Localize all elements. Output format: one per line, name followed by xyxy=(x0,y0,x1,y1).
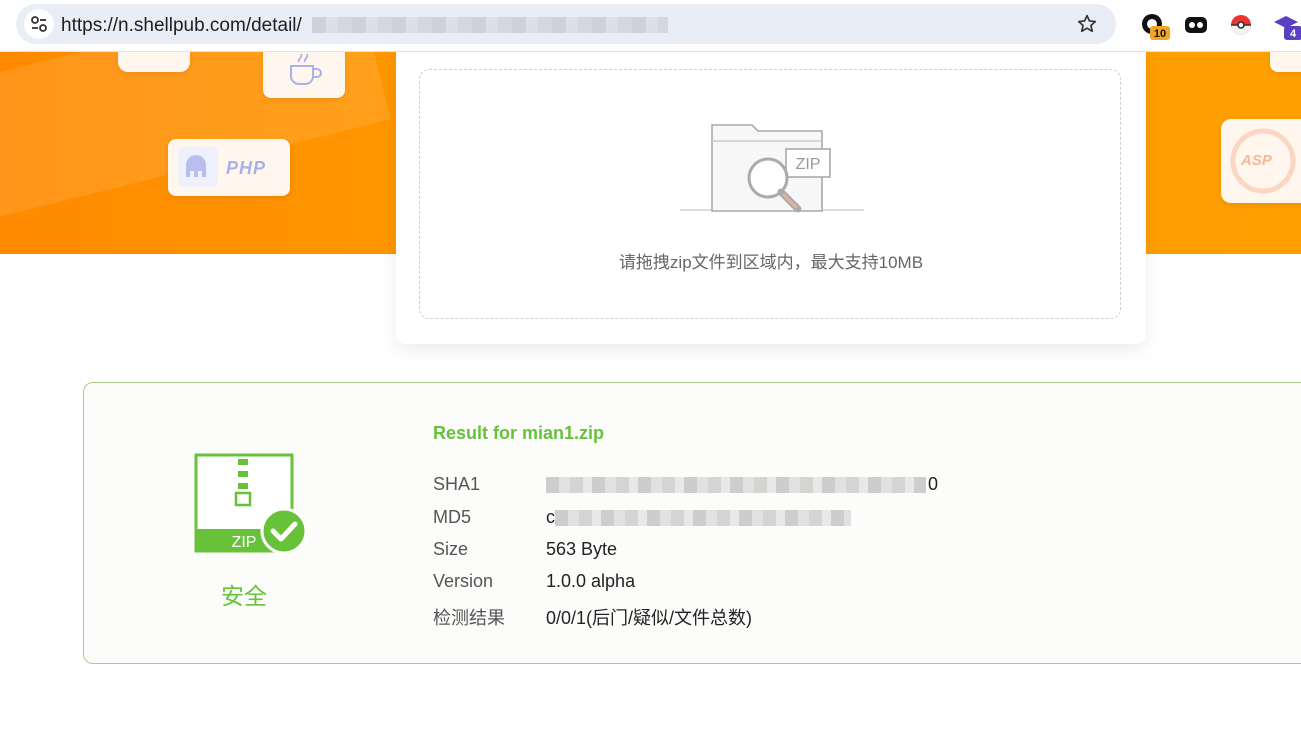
redacted-hash xyxy=(546,477,926,494)
sha1-value-tail: 0 xyxy=(928,474,939,494)
zip-tag: ZIP xyxy=(796,156,821,173)
result-row-detection: 检测结果 0/0/1(后门/疑似/文件总数) xyxy=(433,604,752,630)
result-key: 检测结果 xyxy=(433,608,505,628)
zip-drop-zone[interactable]: ZIP 请拖拽zip文件到区域内，最大支持10MB xyxy=(419,69,1121,319)
lang-card-partial xyxy=(118,52,190,72)
zip-folder-search-icon: ZIP xyxy=(680,124,864,213)
result-row-size: Size 563 Byte xyxy=(433,539,617,560)
lang-card-php: PHP xyxy=(168,139,290,196)
elephant-icon xyxy=(178,147,218,187)
result-title: Result for mian1.zip xyxy=(433,423,605,443)
php-label: PHP xyxy=(226,158,267,178)
version-value: 1.0.0 alpha xyxy=(546,571,636,591)
size-value: 563 Byte xyxy=(546,539,618,559)
url-text[interactable]: https://n.shellpub.com/detail/ xyxy=(61,15,302,37)
result-row-version: Version 1.0.0 alpha xyxy=(433,571,635,592)
timer-icon: 10 xyxy=(1142,14,1170,40)
extension-mortarboard-button[interactable]: 4 xyxy=(1272,12,1301,40)
md5-value-head: c xyxy=(546,507,555,527)
lang-card-asp: ASP xyxy=(1221,119,1301,203)
result-row-md5: MD5 c xyxy=(433,507,851,528)
zip-badge-text: ZIP xyxy=(232,534,257,551)
gamepad-icon xyxy=(1185,17,1207,33)
tune-icon xyxy=(31,16,47,32)
extension-badge-count: 10 xyxy=(1154,28,1166,40)
extension-pokeball-button[interactable] xyxy=(1228,12,1254,38)
safe-status-label: 安全 xyxy=(221,583,267,609)
result-row-sha1: SHA1 0 xyxy=(433,474,938,495)
lang-card-java xyxy=(263,52,345,98)
extension-game-button[interactable] xyxy=(1183,12,1209,38)
drop-hint: 请拖拽zip文件到区域内，最大支持10MB xyxy=(618,253,924,272)
address-bar[interactable]: https://n.shellpub.com/detail/ xyxy=(16,4,1116,44)
lang-card-partial xyxy=(1270,52,1301,72)
url-redacted xyxy=(312,17,668,33)
extension-badge-count: 4 xyxy=(1290,28,1297,40)
bookmark-star-icon[interactable] xyxy=(1076,13,1098,35)
pokeball-icon xyxy=(1231,15,1251,35)
site-info-button[interactable] xyxy=(24,9,54,39)
mortarboard-icon: 4 xyxy=(1274,16,1301,40)
md5-value: c xyxy=(546,507,851,527)
extension-timer-button[interactable]: 10 xyxy=(1140,12,1170,40)
browser-toolbar: https://n.shellpub.com/detail/ 10 4 xyxy=(0,0,1301,52)
detection-value: 0/0/1(后门/疑似/文件总数) xyxy=(546,608,753,628)
result-key: Size xyxy=(433,539,469,559)
result-key: Version xyxy=(433,571,494,591)
sha1-value: 0 xyxy=(546,474,938,494)
result-card: ZIP 安全 Result for mian1.zip SHA1 0 MD5 c S… xyxy=(83,382,1301,664)
result-key: MD5 xyxy=(433,507,472,527)
upload-panel: ZIP 请拖拽zip文件到区域内，最大支持10MB xyxy=(396,52,1146,344)
result-key: SHA1 xyxy=(433,474,481,494)
asp-label: ASP xyxy=(1241,152,1272,169)
zip-safe-icon: ZIP xyxy=(194,453,308,555)
java-cup-icon xyxy=(290,53,322,85)
redacted-hash xyxy=(555,510,851,527)
